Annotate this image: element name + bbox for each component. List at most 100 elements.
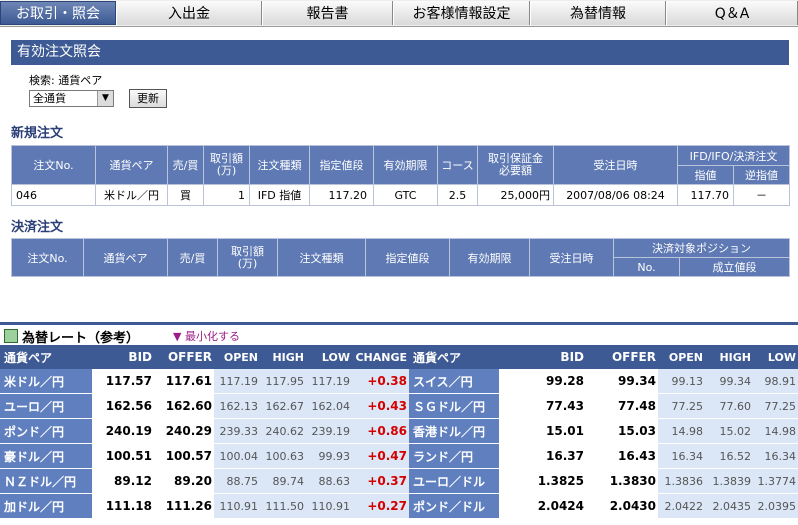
- refresh-button[interactable]: 更新: [129, 89, 167, 108]
- rates-col-high-right: HIGH: [705, 345, 753, 369]
- rate-bid: 89.12: [92, 468, 154, 494]
- rate-row: ＮＺドル／円 89.12 89.20 88.75 89.74 88.63 +0.37 ユーロ／…: [0, 468, 798, 494]
- tab-customer-settings[interactable]: お客様情報設定: [393, 1, 530, 25]
- top-nav: お取引・照会 入出金 報告書 お客様情報設定 為替情報 Q＆A: [0, 0, 798, 27]
- rate-low: 162.04: [306, 393, 352, 419]
- col-order-type: 注文種類: [277, 238, 366, 277]
- col-side: 売/買: [167, 145, 204, 185]
- rates-title: 為替レート（参考）: [4, 327, 139, 346]
- rates-divider: [0, 322, 798, 325]
- rate-row: 豪ドル／円 100.51 100.57 100.04 100.63 99.93 +0.47 ラ…: [0, 443, 798, 469]
- rate-change: +0.86: [352, 418, 409, 444]
- cell-margin: 25,000円: [477, 184, 554, 206]
- rate-change: +0.27: [352, 493, 409, 519]
- col-fill-price: 成立値段: [679, 257, 790, 277]
- search-label: 検索: 通貨ペア: [29, 74, 103, 87]
- rate-high: 99.34: [705, 369, 753, 394]
- rate-high: 111.50: [260, 493, 306, 519]
- rate-offer: 1.3830: [586, 468, 658, 494]
- rate-offer: 240.29: [154, 418, 214, 444]
- chevron-down-icon[interactable]: ▼: [97, 91, 113, 106]
- cell-order-no: 046: [11, 184, 96, 206]
- rate-offer: 99.34: [586, 369, 658, 394]
- rate-open: 88.75: [214, 468, 260, 494]
- rate-offer: 89.20: [154, 468, 214, 494]
- rate-pair: ランド／円: [409, 443, 499, 469]
- rate-offer: 162.60: [154, 393, 214, 419]
- rate-low: 88.63: [306, 468, 352, 494]
- rate-pair: ＳＧドル／円: [409, 393, 499, 419]
- rate-low: 2.0395: [753, 493, 798, 519]
- rate-bid: 162.56: [92, 393, 154, 419]
- rates-col-change: CHANGE: [352, 345, 409, 369]
- cell-order-type: IFD 指値: [249, 184, 310, 206]
- cell-limit: 117.70: [677, 184, 734, 206]
- rate-low: 1.3774: [753, 468, 798, 494]
- rate-low: 14.98: [753, 418, 798, 444]
- rate-pair: ユーロ／円: [0, 393, 92, 419]
- col-margin: 取引保証金 必要額: [477, 145, 554, 185]
- rate-bid: 111.18: [92, 493, 154, 519]
- rate-high: 16.52: [705, 443, 753, 469]
- rate-low: 110.91: [306, 493, 352, 519]
- rate-change: +0.38: [352, 369, 409, 394]
- rate-change: +0.37: [352, 468, 409, 494]
- rate-offer: 15.03: [586, 418, 658, 444]
- rate-open: 16.34: [658, 443, 705, 469]
- cell-expiry: GTC: [373, 184, 438, 206]
- rate-pair: 豪ドル／円: [0, 443, 92, 469]
- rate-open: 117.19: [214, 369, 260, 394]
- rate-bid: 99.28: [499, 369, 586, 394]
- rate-high: 1.3839: [705, 468, 753, 494]
- rates-col-pair: 通貨ペア: [0, 345, 92, 369]
- col-amount: 取引額 (万): [217, 238, 278, 277]
- tab-fx-info[interactable]: 為替情報: [530, 1, 666, 25]
- tab-qa[interactable]: Q＆A: [666, 1, 798, 25]
- rate-high: 89.74: [260, 468, 306, 494]
- rate-low: 239.19: [306, 418, 352, 444]
- cell-stop: －: [733, 184, 790, 206]
- rate-row: ポンド／円 240.19 240.29 239.33 240.62 239.19 +0.86…: [0, 418, 798, 444]
- close-orders-title: 決済注文: [11, 220, 64, 235]
- col-price: 指定値段: [365, 238, 450, 277]
- col-price: 指定値段: [309, 145, 374, 185]
- rate-row: ユーロ／円 162.56 162.60 162.13 162.67 162.04 +0.43…: [0, 393, 798, 419]
- rate-open: 110.91: [214, 493, 260, 519]
- col-position-group: 決済対象ポジション: [613, 238, 790, 258]
- rate-high: 162.67: [260, 393, 306, 419]
- cell-price: 117.20: [309, 184, 374, 206]
- col-side: 売/買: [167, 238, 218, 277]
- minimize-link[interactable]: ▼ 最小化する: [173, 328, 240, 344]
- table-row[interactable]: 046 米ドル／円 買 1 IFD 指値 117.20 GTC 2.5 25,0…: [11, 184, 790, 206]
- cell-amount: 1: [203, 184, 250, 206]
- rate-bid: 2.0424: [499, 493, 586, 519]
- tab-deposit-withdraw[interactable]: 入出金: [116, 1, 262, 25]
- col-course: コース: [437, 145, 478, 185]
- rate-pair: 加ドル／円: [0, 493, 92, 519]
- currency-pair-select[interactable]: 全通貨 ▼: [29, 90, 114, 107]
- new-orders-title: 新規注文: [11, 126, 64, 141]
- close-orders-table: 注文No. 通貨ペア 売/買 取引額 (万) 注文種類 指定値段 有効期限 受注…: [11, 238, 790, 277]
- rate-open: 162.13: [214, 393, 260, 419]
- rate-low: 98.91: [753, 369, 798, 394]
- rate-open: 77.25: [658, 393, 705, 419]
- rate-pair: 香港ドル／円: [409, 418, 499, 444]
- rates-table: 通貨ペア BID OFFER OPEN HIGH LOW CHANGE 通貨ペア…: [0, 345, 798, 519]
- rate-bid: 240.19: [92, 418, 154, 444]
- rates-col-low: LOW: [306, 345, 352, 369]
- rate-bid: 100.51: [92, 443, 154, 469]
- rates-col-open-right: OPEN: [658, 345, 705, 369]
- rate-open: 2.0422: [658, 493, 705, 519]
- rates-col-bid: BID: [92, 345, 154, 369]
- rate-bid: 16.37: [499, 443, 586, 469]
- rates-col-bid-right: BID: [499, 345, 586, 369]
- tab-reports[interactable]: 報告書: [262, 1, 393, 25]
- col-stop: 逆指値: [733, 165, 790, 185]
- col-amount: 取引額 (万): [203, 145, 250, 185]
- rate-low: 99.93: [306, 443, 352, 469]
- rate-offer: 2.0430: [586, 493, 658, 519]
- rate-bid: 77.43: [499, 393, 586, 419]
- tab-trade-inquiry[interactable]: お取引・照会: [0, 1, 116, 25]
- rate-row: 米ドル／円 117.57 117.61 117.19 117.95 117.19 +0.38…: [0, 369, 798, 394]
- rates-col-offer: OFFER: [154, 345, 214, 369]
